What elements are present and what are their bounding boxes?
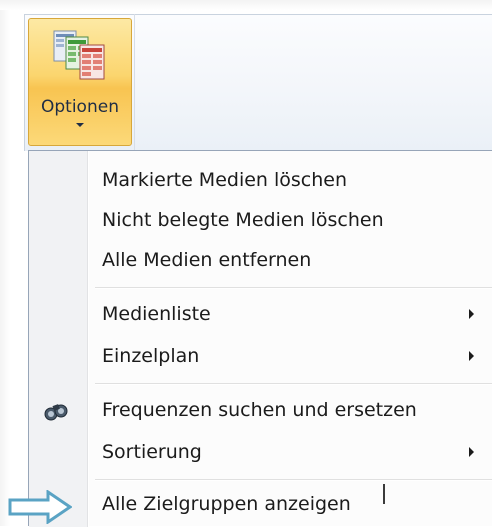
menu-item-label: Alle Zielgruppen anzeigen: [102, 493, 351, 515]
menu-item-delete-unused-media[interactable]: Nicht belegte Medien löschen: [29, 201, 492, 241]
menu-separator: [95, 479, 492, 481]
window-shadow-top: [0, 0, 492, 10]
menu-item-delete-marked-media[interactable]: Markierte Medien löschen: [29, 161, 492, 201]
menu-item-find-replace-frequencies[interactable]: Frequenzen suchen und ersetzen: [29, 391, 492, 431]
menu-item-label: Alle Medien entfernen: [102, 249, 312, 271]
menu-item-sorting[interactable]: Sortierung: [29, 433, 492, 473]
menu-separator: [95, 383, 492, 385]
menu-item-show-all-target-groups[interactable]: Alle Zielgruppen anzeigen: [29, 485, 492, 525]
menu-separator: [95, 287, 492, 289]
options-tables-icon: [53, 30, 105, 80]
window-shadow-left: [0, 0, 10, 526]
ribbon-separator: [134, 14, 135, 150]
menu-item-single-plan[interactable]: Einzelplan: [29, 337, 492, 377]
callout-arrow-icon: [8, 490, 72, 524]
menu-item-label: Frequenzen suchen und ersetzen: [102, 399, 417, 421]
menu-item-label: Sortierung: [102, 441, 202, 463]
menu-item-label: Einzelplan: [102, 345, 200, 367]
menu-item-label: Markierte Medien löschen: [102, 169, 348, 191]
menu-item-remove-all-media[interactable]: Alle Medien entfernen: [29, 241, 492, 281]
app-window: Optionen Markierte Medien löschen Nicht …: [0, 0, 492, 527]
submenu-arrow-icon: [469, 447, 474, 457]
submenu-arrow-icon: [469, 351, 474, 361]
binoculars-icon: [44, 404, 68, 421]
options-button[interactable]: Optionen: [28, 18, 132, 146]
options-button-label: Optionen: [41, 97, 119, 117]
menu-item-media-list[interactable]: Medienliste: [29, 295, 492, 335]
text-cursor: [383, 484, 385, 504]
menu-item-label: Medienliste: [102, 303, 211, 325]
chevron-down-icon: [76, 123, 84, 127]
submenu-arrow-icon: [469, 309, 474, 319]
options-dropdown-menu: Markierte Medien löschen Nicht belegte M…: [28, 150, 492, 527]
menu-item-label: Nicht belegte Medien löschen: [102, 209, 384, 231]
